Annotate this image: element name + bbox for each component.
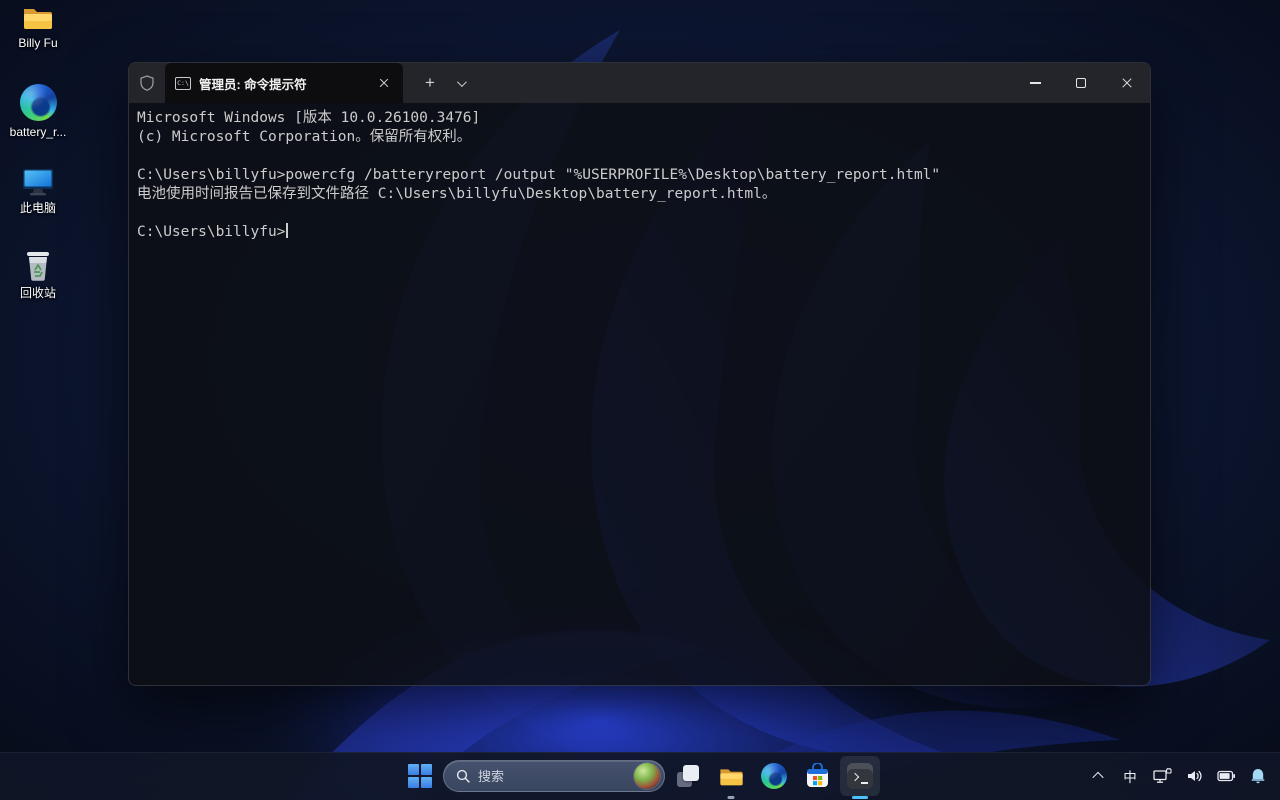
terminal-line [137,147,1142,166]
network-button[interactable] [1152,760,1172,792]
new-tab-button[interactable]: + [415,69,445,97]
edge-icon [761,763,787,789]
taskbar-search[interactable] [443,760,665,792]
tab-title: 管理员: 命令提示符 [199,74,365,93]
tab-close-button[interactable] [373,72,395,94]
start-button[interactable] [400,756,440,796]
chevron-up-icon [1092,772,1103,783]
chevron-down-icon [456,77,466,87]
tab-dropdown-button[interactable] [447,69,473,97]
close-button[interactable] [1104,63,1150,103]
bell-icon [1249,767,1267,785]
volume-icon [1186,768,1203,784]
desktop-icon-label: battery_r... [10,125,67,139]
search-input[interactable] [478,769,626,784]
minimize-button[interactable] [1012,63,1058,103]
start-icon [408,764,432,788]
terminal-line-result: 电池使用时间报告已保存到文件路径 C:\Users\billyfu\Deskto… [137,185,1142,204]
terminal-line-command: C:\Users\billyfu>powercfg /batteryreport… [137,166,1142,185]
text-cursor [286,223,288,238]
desktop-icon-label: Billy Fu [18,36,57,50]
taskbar-center-group [400,756,880,796]
active-running-indicator [852,796,868,799]
notifications-button[interactable] [1248,760,1268,792]
tab-cmd-admin[interactable]: C:\ 管理员: 命令提示符 [165,63,403,103]
volume-button[interactable] [1184,760,1204,792]
bing-daily-image[interactable] [634,763,660,789]
battery-button[interactable] [1216,760,1236,792]
terminal-button[interactable] [840,756,880,796]
terminal-output[interactable]: Microsoft Windows [版本 10.0.26100.3476] (… [129,103,1150,248]
maximize-button[interactable] [1058,63,1104,103]
edge-button[interactable] [754,756,794,796]
folder-icon [21,4,55,32]
terminal-icon [847,763,873,789]
terminal-line: (c) Microsoft Corporation。保留所有权利。 [137,128,1142,147]
desktop-icon-label: 回收站 [20,286,56,300]
tray-overflow-button[interactable] [1088,760,1108,792]
taskbar: 中 [0,752,1280,800]
desktop-icon-recycle-bin[interactable]: 回收站 [1,248,75,300]
desktop-icon-billy-fu[interactable]: Billy Fu [1,4,75,50]
desktop-icon-this-pc[interactable]: 此电脑 [1,166,75,215]
this-pc-monitor-icon [20,166,56,197]
task-view-button[interactable] [668,756,708,796]
system-tray: 中 [1088,752,1268,800]
battery-icon [1217,769,1236,783]
edge-icon [20,84,57,121]
terminal-line [137,204,1142,223]
file-explorer-icon [718,765,745,788]
terminal-window: C:\ 管理员: 命令提示符 + Microsoft Windows [版本 1… [128,62,1151,686]
cmd-tab-icon: C:\ [175,77,191,90]
terminal-line: Microsoft Windows [版本 10.0.26100.3476] [137,109,1142,128]
microsoft-store-button[interactable] [797,756,837,796]
window-controls [1012,63,1150,103]
file-explorer-button[interactable] [711,756,751,796]
terminal-prompt-line: C:\Users\billyfu> [137,223,1142,242]
task-view-icon [677,765,699,787]
microsoft-store-icon [805,763,830,789]
ethernet-icon [1153,768,1172,784]
search-icon [456,769,470,783]
terminal-titlebar[interactable]: C:\ 管理员: 命令提示符 + [129,63,1150,103]
recycle-bin-icon [22,248,54,282]
desktop: Billy Fu battery_r... 此电脑 回收站 [0,0,1280,800]
admin-shield-icon [129,63,165,103]
desktop-icon-label: 此电脑 [20,201,56,215]
ime-indicator[interactable]: 中 [1120,760,1140,792]
running-indicator [728,796,735,799]
terminal-prompt: C:\Users\billyfu> [137,224,285,240]
desktop-icon-battery-report[interactable]: battery_r... [1,84,75,139]
